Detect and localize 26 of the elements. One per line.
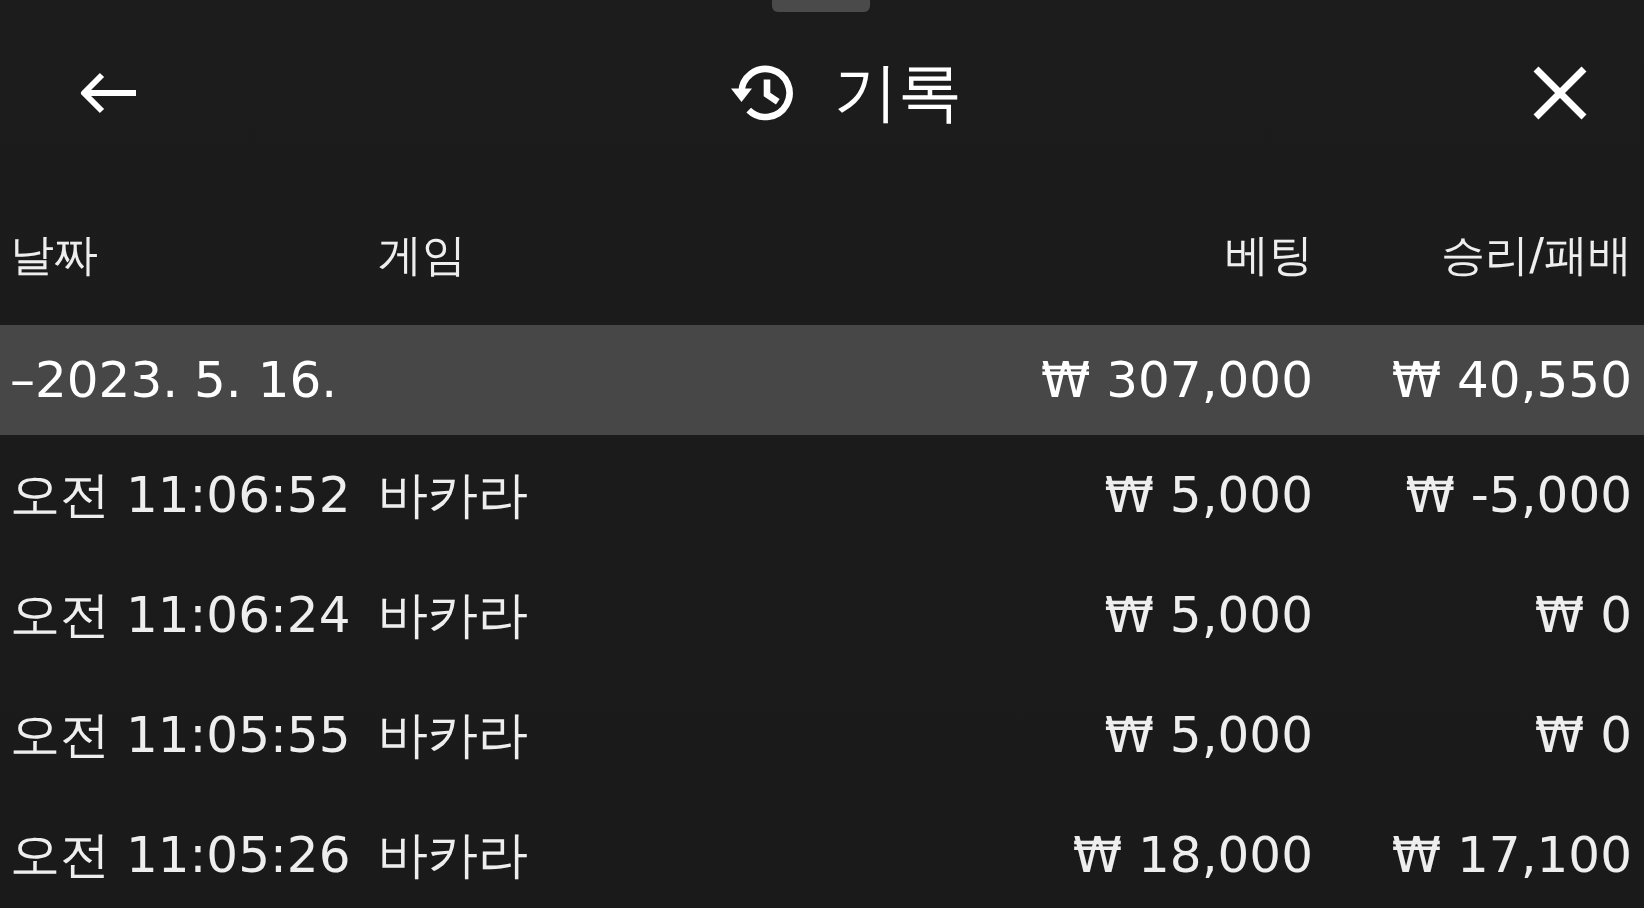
table-cell-text: 바카라: [378, 704, 529, 766]
table-cell-text: ₩ 5,000: [1103, 466, 1313, 524]
table-cell-text: 오전 11:05:55: [10, 704, 352, 766]
date-group-row[interactable]: –2023. 5. 16. ₩ 307,000 ₩ 40,550: [0, 325, 1644, 435]
table-cell-text: ₩ 5,000: [1103, 586, 1313, 644]
table-cell-text: 바카라: [378, 824, 529, 886]
table-cell-text: ₩ -5,000: [1404, 466, 1632, 524]
table-cell-text: ₩ 17,100: [1390, 826, 1632, 884]
column-header: 승리/패배: [1440, 227, 1632, 282]
table-cell-text: 오전 11:06:24: [10, 584, 352, 646]
table-cell-text: ₩ 18,000: [1071, 826, 1313, 884]
table-cell-text: ₩ 5,000: [1103, 706, 1313, 764]
table-cell-text: 바카라: [378, 584, 529, 646]
column-header: 날짜: [10, 227, 99, 282]
window-title: 기록: [834, 54, 962, 131]
group-date: –2023. 5. 16.: [10, 351, 339, 409]
table-cell-text: 오전 11:06:52: [10, 464, 352, 526]
result-total: ₩ 40,550: [1390, 351, 1632, 409]
table-cell-text: ₩ 0: [1533, 586, 1632, 644]
table-cell-text: 오전 11:05:26: [10, 824, 352, 886]
table-cell-text: 바카라: [378, 464, 529, 526]
table-cell-text: ₩ 0: [1533, 706, 1632, 764]
column-header: 게임: [378, 227, 467, 282]
drag-handle[interactable]: [772, 0, 870, 12]
bet-total: ₩ 307,000: [1039, 351, 1313, 409]
column-header: 베팅: [1224, 227, 1313, 282]
